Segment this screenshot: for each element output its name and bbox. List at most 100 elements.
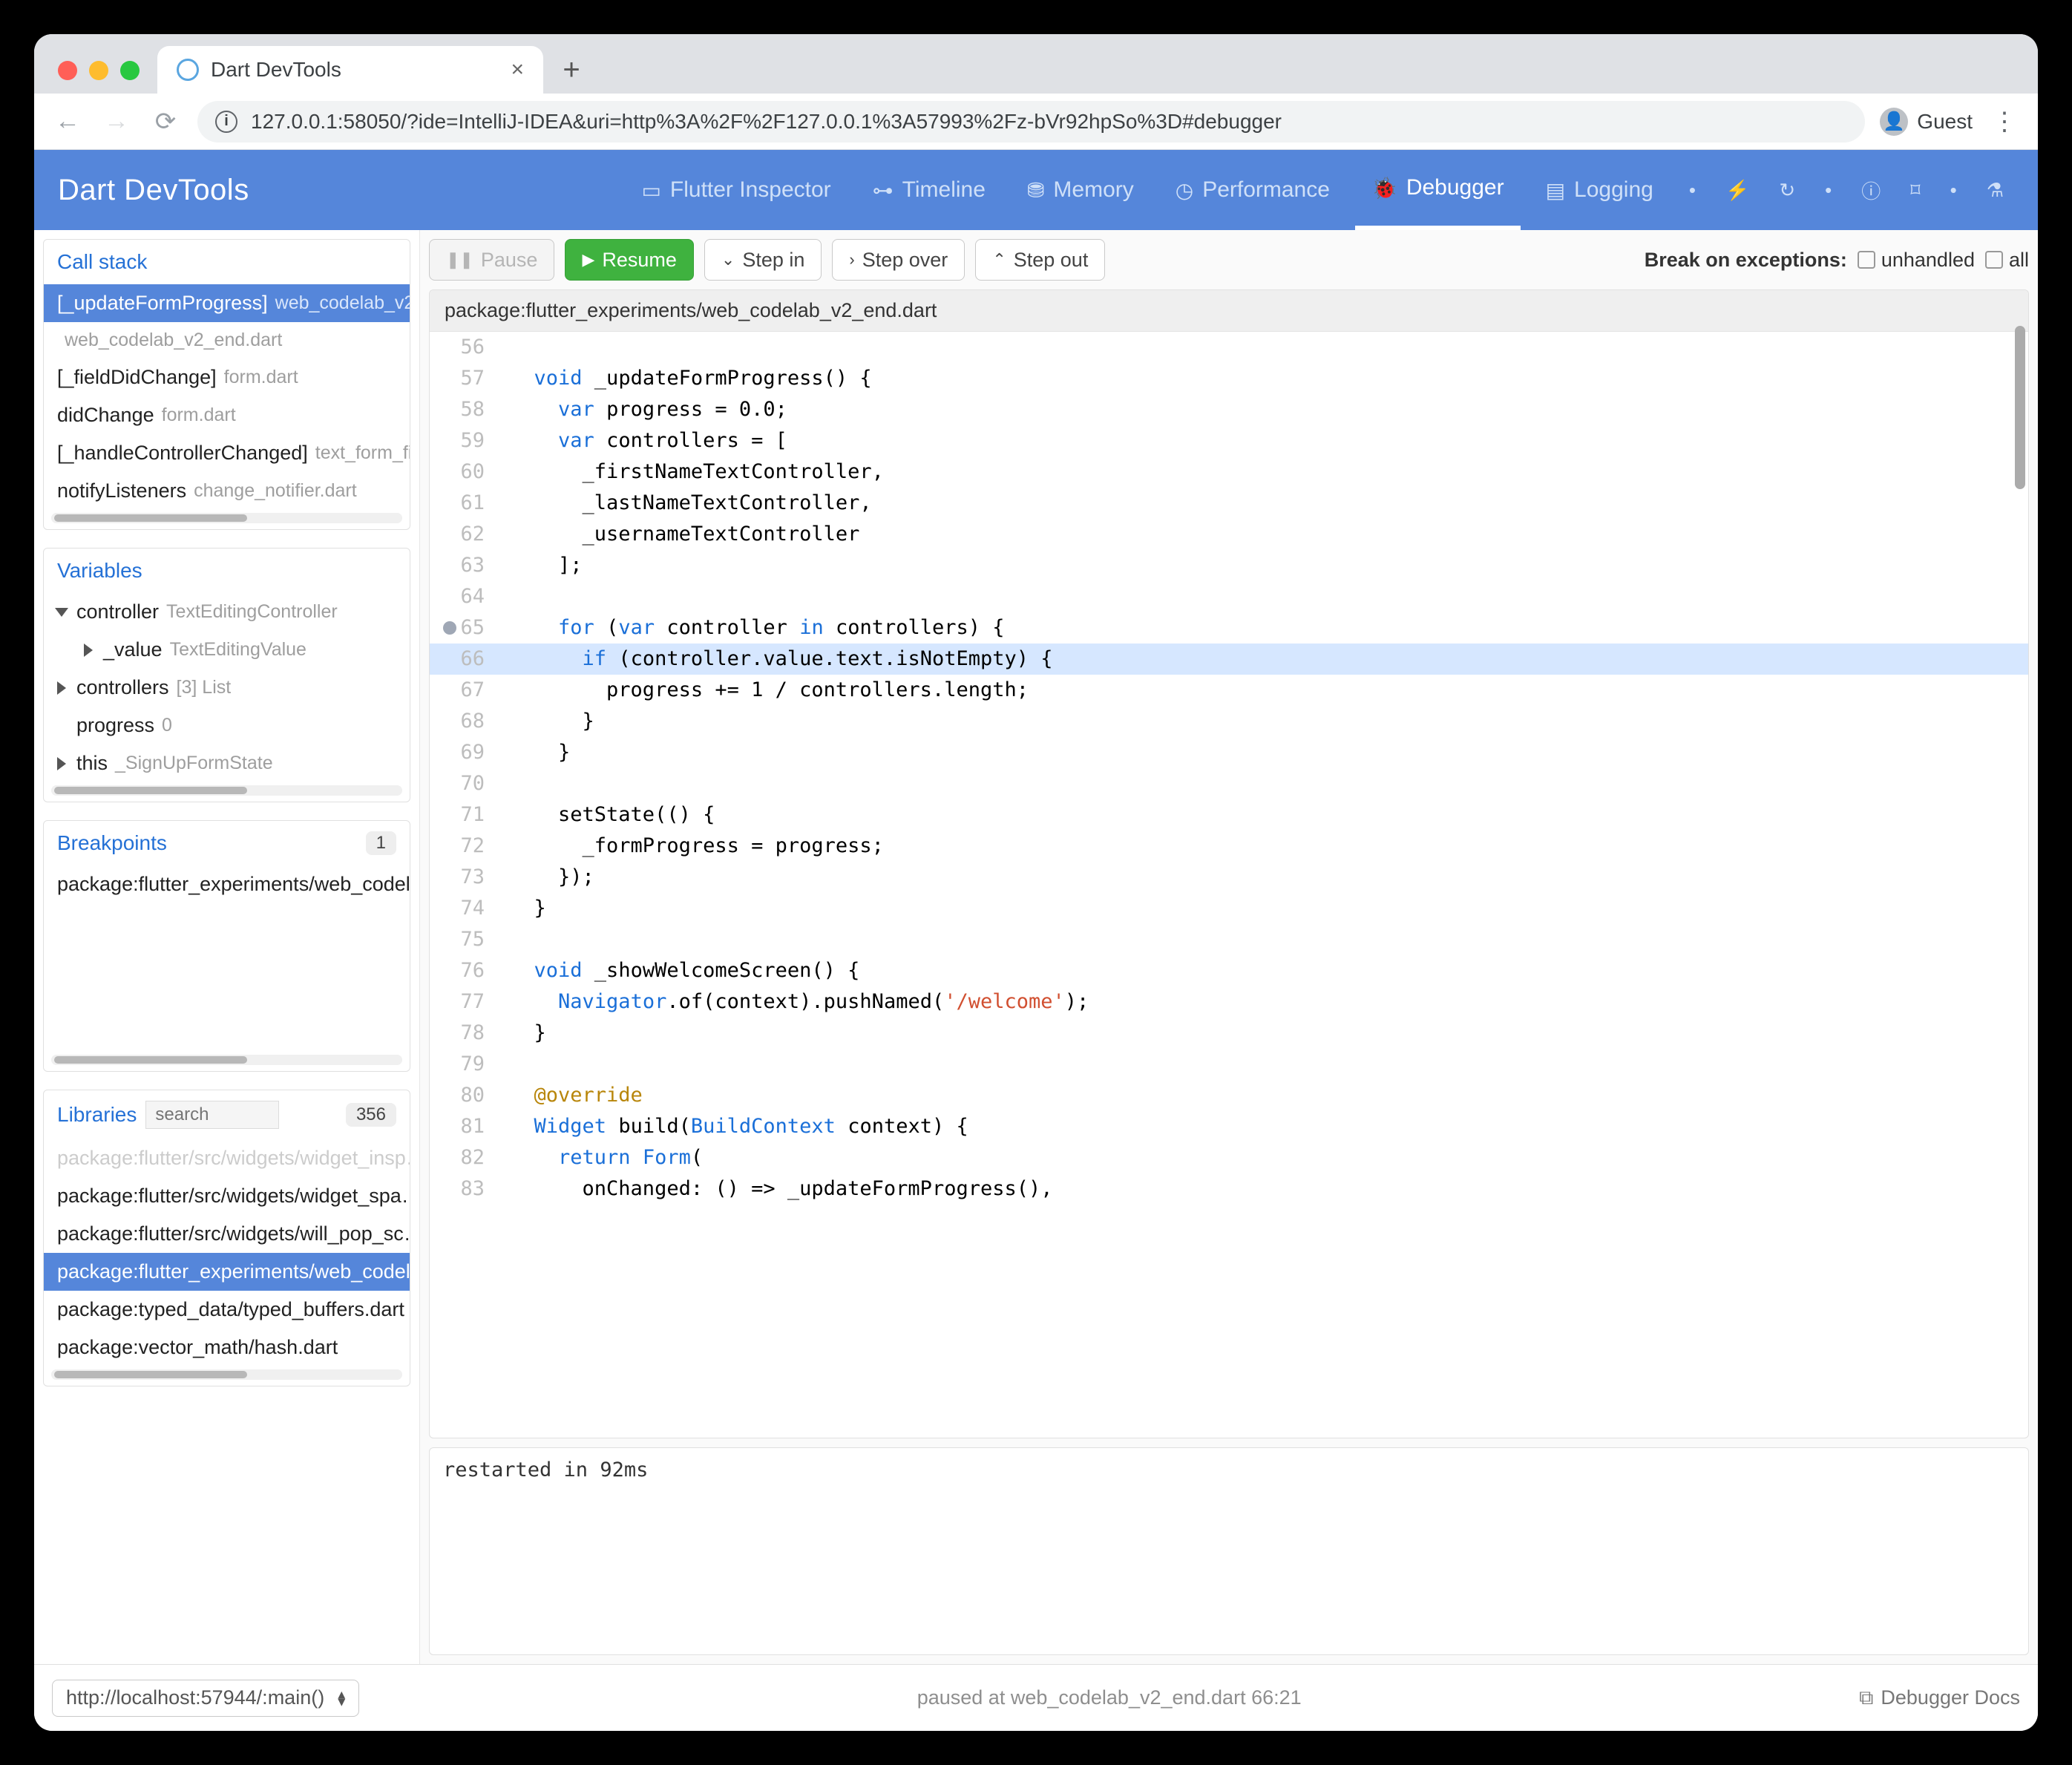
callstack-frame[interactable]: didChange form.dart (44, 396, 410, 434)
code-line[interactable]: 60 _firstNameTextController, (430, 456, 2028, 488)
code-line[interactable]: 83 onChanged: () => _updateFormProgress(… (430, 1173, 2028, 1205)
breakpoints-count: 1 (366, 831, 396, 855)
browser-menu-button[interactable]: ⋮ (1987, 107, 2022, 137)
break-exceptions-label: Break on exceptions: (1645, 249, 1847, 272)
pause-button[interactable]: ❚❚Pause (429, 239, 554, 281)
call-stack-title: Call stack (57, 250, 147, 274)
callstack-frame[interactable]: [_handleControllerChanged] text_form_fie (44, 434, 410, 472)
profile-button[interactable]: 👤 Guest (1880, 108, 1973, 136)
code-line[interactable]: 73 }); (430, 862, 2028, 893)
code-line[interactable]: 78 } (430, 1018, 2028, 1049)
code-line[interactable]: 75 (430, 924, 2028, 955)
console-output[interactable]: restarted in 92ms (429, 1447, 2029, 1655)
variable-row[interactable]: controller TextEditingController (44, 593, 410, 631)
code-line[interactable]: 62 _usernameTextController (430, 519, 2028, 550)
code-line[interactable]: 66 if (controller.value.text.isNotEmpty)… (430, 644, 2028, 675)
resume-button[interactable]: ▶Resume (565, 239, 693, 281)
code-line[interactable]: 69 } (430, 737, 2028, 768)
debugger-docs-link[interactable]: ⧉ Debugger Docs (1859, 1686, 2020, 1710)
code-line[interactable]: 70 (430, 768, 2028, 799)
scrollbar[interactable] (2015, 326, 2025, 489)
new-tab-button[interactable]: + (551, 49, 592, 91)
scrollbar[interactable] (51, 785, 402, 796)
site-info-icon[interactable]: i (215, 111, 237, 133)
code-line[interactable]: 76 void _showWelcomeScreen() { (430, 955, 2028, 986)
code-line[interactable]: 74 } (430, 893, 2028, 924)
step-over-button[interactable]: ›Step over (832, 239, 965, 281)
callstack-frame[interactable]: [_fieldDidChange] form.dart (44, 358, 410, 396)
panel-breakpoints: Breakpoints 1 package:flutter_experiment… (43, 820, 410, 1072)
code-line[interactable]: 61 _lastNameTextController, (430, 488, 2028, 519)
code-line[interactable]: 65 for (var controller in controllers) { (430, 612, 2028, 644)
code-line[interactable]: 67 progress += 1 / controllers.length; (430, 675, 2028, 706)
browser-tab[interactable]: Dart DevTools × (157, 46, 543, 94)
status-bar: http://localhost:57944/:main() ▴▾ paused… (34, 1664, 2038, 1731)
tab-title: Dart DevTools (211, 58, 341, 82)
info-icon[interactable]: ⓘ (1851, 177, 1891, 204)
callstack-frame[interactable]: notifyListeners change_notifier.dart (44, 472, 410, 510)
maximize-window-button[interactable] (120, 61, 140, 80)
code-line[interactable]: 64 (430, 581, 2028, 612)
address-bar[interactable]: i 127.0.0.1:58050/?ide=IntelliJ-IDEA&uri… (197, 101, 1865, 143)
isolate-selector[interactable]: http://localhost:57944/:main() ▴▾ (52, 1680, 359, 1717)
code-line[interactable]: 79 (430, 1049, 2028, 1080)
breakpoint-marker[interactable] (443, 621, 456, 635)
step-in-button[interactable]: ⌄Step in (704, 239, 822, 281)
code-line[interactable]: 68 } (430, 706, 2028, 737)
tab-memory[interactable]: ⛃Memory (1011, 150, 1150, 230)
library-row[interactable]: package:typed_data/typed_buffers.dart (44, 1291, 410, 1329)
code-line[interactable]: 59 var controllers = [ (430, 425, 2028, 456)
scrollbar[interactable] (51, 1055, 402, 1065)
variable-row[interactable]: this _SignUpFormState (44, 744, 410, 782)
all-checkbox[interactable]: all (1985, 249, 2029, 272)
code-line[interactable]: 77 Navigator.of(context).pushNamed('/wel… (430, 986, 2028, 1018)
bolt-icon[interactable]: ⚡ (1715, 179, 1760, 202)
tab-flutter-inspector[interactable]: ▭Flutter Inspector (625, 150, 847, 230)
flask-icon[interactable]: ⚗ (1976, 179, 2014, 202)
back-button[interactable]: ← (50, 107, 85, 136)
code-line[interactable]: 80 @override (430, 1080, 2028, 1111)
code-line[interactable]: 81 Widget build(BuildContext context) { (430, 1111, 2028, 1142)
code-line[interactable]: 71 setState(() { (430, 799, 2028, 831)
breakpoint-row[interactable]: package:flutter_experiments/web_codel… (44, 865, 410, 903)
code-line[interactable]: 56 (430, 332, 2028, 363)
bug-icon: 🐞 (1371, 176, 1397, 200)
minimize-window-button[interactable] (89, 61, 108, 80)
libraries-title: Libraries (57, 1103, 137, 1127)
code-line[interactable]: 58 var progress = 0.0; (430, 394, 2028, 425)
close-tab-icon[interactable]: × (511, 57, 524, 82)
code-line[interactable]: 82 return Form( (430, 1142, 2028, 1173)
libraries-search-input[interactable] (145, 1101, 279, 1129)
scrollbar[interactable] (51, 1369, 402, 1380)
callstack-frame[interactable]: web_codelab_v2_end.dart (44, 322, 410, 358)
tab-timeline[interactable]: ⊶Timeline (856, 150, 1002, 230)
unhandled-checkbox[interactable]: unhandled (1858, 249, 1975, 272)
forward-button[interactable]: → (99, 107, 134, 136)
debugger-toolbar: ❚❚Pause ▶Resume ⌄Step in ›Step over ⌃Ste… (429, 239, 2029, 281)
code-line[interactable]: 63 ]; (430, 550, 2028, 581)
step-out-button[interactable]: ⌃Step out (975, 239, 1105, 281)
callstack-frame[interactable]: [_updateFormProgress] web_codelab_v2_ (44, 284, 410, 322)
library-row[interactable]: package:vector_math/hash.dart (44, 1329, 410, 1366)
pause-status: paused at web_codelab_v2_end.dart 66:21 (359, 1686, 1859, 1709)
tab-logging[interactable]: ▤Logging (1530, 150, 1670, 230)
code-line[interactable]: 72 _formProgress = progress; (430, 831, 2028, 862)
reload-button[interactable]: ⟳ (148, 107, 183, 137)
library-row[interactable]: package:flutter/src/widgets/will_pop_sc… (44, 1215, 410, 1253)
code-line[interactable]: 57 void _updateFormProgress() { (430, 363, 2028, 394)
library-row[interactable]: package:flutter/src/widgets/widget_insp… (44, 1139, 410, 1177)
variable-row[interactable]: controllers [3] List (44, 669, 410, 707)
restart-icon[interactable]: ↻ (1768, 179, 1806, 202)
variable-row[interactable]: progress 0 (44, 707, 410, 744)
profile-label: Guest (1917, 110, 1973, 134)
chevron-down-icon: ⌄ (721, 250, 735, 269)
scrollbar[interactable] (51, 513, 402, 523)
library-row[interactable]: package:flutter/src/widgets/widget_spa… (44, 1177, 410, 1215)
tab-performance[interactable]: ◷Performance (1159, 150, 1346, 230)
close-window-button[interactable] (58, 61, 77, 80)
center-area: ❚❚Pause ▶Resume ⌄Step in ›Step over ⌃Ste… (420, 230, 2038, 1664)
variable-row[interactable]: _value TextEditingValue (44, 631, 410, 669)
feedback-icon[interactable]: ⌑ (1900, 179, 1930, 202)
library-row[interactable]: package:flutter_experiments/web_codel… (44, 1253, 410, 1291)
tab-debugger[interactable]: 🐞Debugger (1355, 150, 1521, 230)
